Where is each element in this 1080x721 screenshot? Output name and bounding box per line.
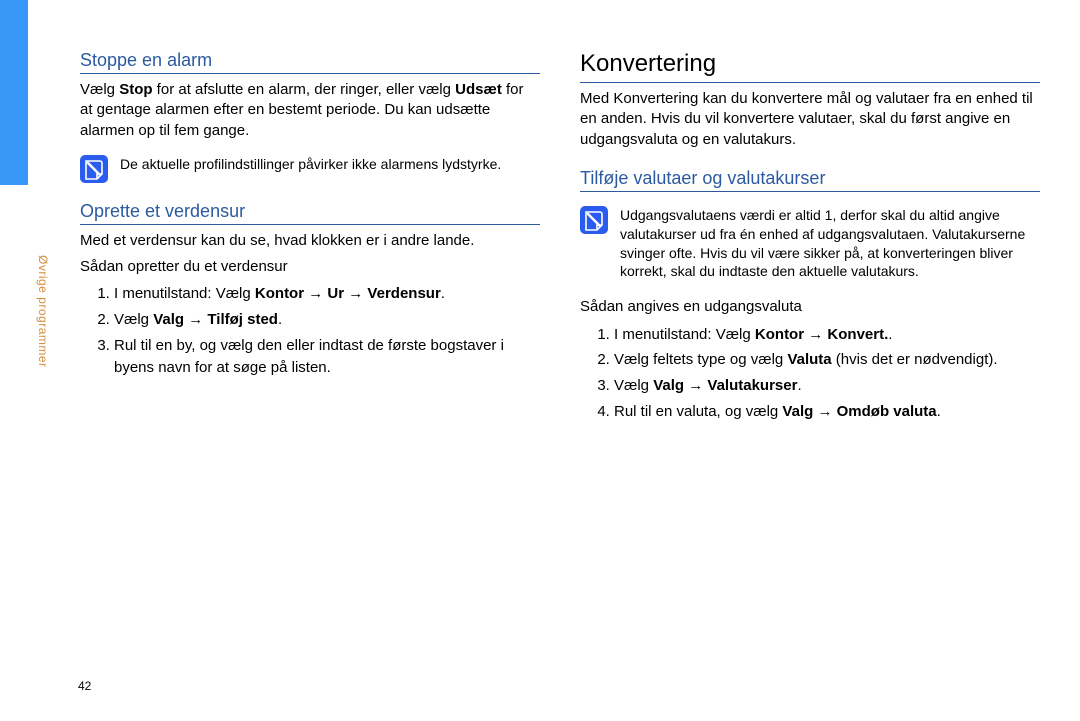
note-box: De aktuelle profilindstillinger påvirker… xyxy=(80,155,540,183)
text: (hvis det er nødvendigt). xyxy=(832,351,998,368)
text: . xyxy=(888,326,892,343)
page-number: 42 xyxy=(78,679,91,693)
ordered-list: I menutilstand: Vælg Kontor → Ur → Verde… xyxy=(80,283,540,378)
text-bold: Ur xyxy=(327,285,344,302)
list-item: Rul til en by, og vælg den eller indtast… xyxy=(114,335,540,379)
text-bold: Kontor xyxy=(255,285,304,302)
ordered-list: I menutilstand: Vælg Kontor → Konvert.. … xyxy=(580,324,1040,423)
page-content: Stoppe en alarm Vælg Stop for at afslutt… xyxy=(80,50,1040,681)
note-box: Udgangsvalutaens værdi er altid 1, derfo… xyxy=(580,206,1040,282)
text: . xyxy=(797,377,801,394)
text-bold: Udsæt xyxy=(455,81,502,98)
heading-stop-alarm: Stoppe en alarm xyxy=(80,50,540,74)
text: Rul til en valuta, og vælg xyxy=(614,403,782,420)
side-tab xyxy=(0,0,28,185)
text-bold: Valuta xyxy=(787,351,831,368)
note-text: De aktuelle profilindstillinger påvirker… xyxy=(120,155,501,174)
text-bold: Omdøb valuta xyxy=(837,403,937,420)
text: I menutilstand: Vælg xyxy=(614,326,755,343)
text-bold: Valg xyxy=(653,377,684,394)
arrow-icon: → xyxy=(304,285,327,302)
text: Vælg feltets type og vælg xyxy=(614,351,787,368)
list-item: Vælg Valg → Valutakurser. xyxy=(614,375,1040,397)
text: . xyxy=(937,403,941,420)
arrow-icon: → xyxy=(804,326,827,343)
text-bold: Tilføj sted xyxy=(207,311,278,328)
list-item: Vælg feltets type og vælg Valuta (hvis d… xyxy=(614,349,1040,371)
heading-conversion: Konvertering xyxy=(580,50,1040,83)
text: . xyxy=(278,311,282,328)
text: I menutilstand: Vælg xyxy=(114,285,255,302)
list-item: I menutilstand: Vælg Kontor → Ur → Verde… xyxy=(114,283,540,305)
text: . xyxy=(441,285,445,302)
paragraph: Vælg Stop for at afslutte en alarm, der … xyxy=(80,80,540,141)
arrow-icon: → xyxy=(684,377,707,394)
text-bold: Valutakurser xyxy=(707,377,797,394)
paragraph: Med Konvertering kan du konvertere mål o… xyxy=(580,89,1040,150)
left-column: Stoppe en alarm Vælg Stop for at afslutt… xyxy=(80,50,540,681)
list-item: Vælg Valg → Tilføj sted. xyxy=(114,309,540,331)
text: Vælg xyxy=(614,377,653,394)
text: for at afslutte en alarm, der ringer, el… xyxy=(153,81,456,98)
arrow-icon: → xyxy=(344,285,367,302)
heading-world-clock: Oprette et verdensur xyxy=(80,201,540,225)
text: Vælg xyxy=(80,81,119,98)
list-item: I menutilstand: Vælg Kontor → Konvert.. xyxy=(614,324,1040,346)
text-bold: Konvert. xyxy=(827,326,888,343)
note-icon xyxy=(80,155,108,183)
paragraph: Med et verdensur kan du se, hvad klokken… xyxy=(80,231,540,251)
list-item: Rul til en valuta, og vælg Valg → Omdøb … xyxy=(614,401,1040,423)
arrow-icon: → xyxy=(184,311,207,328)
text-bold: Verdensur xyxy=(367,285,440,302)
paragraph: Sådan opretter du et verdensur xyxy=(80,257,540,277)
paragraph: Sådan angives en udgangsvaluta xyxy=(580,297,1040,317)
text-bold: Kontor xyxy=(755,326,804,343)
text-bold: Valg xyxy=(153,311,184,328)
note-icon xyxy=(580,206,608,234)
right-column: Konvertering Med Konvertering kan du kon… xyxy=(580,50,1040,681)
text-bold: Valg xyxy=(782,403,813,420)
heading-add-currencies: Tilføje valutaer og valutakurser xyxy=(580,168,1040,192)
arrow-icon: → xyxy=(813,403,836,420)
text-bold: Stop xyxy=(119,81,152,98)
section-label: Øvrige programmer xyxy=(30,255,50,435)
note-text: Udgangsvalutaens værdi er altid 1, derfo… xyxy=(620,206,1040,282)
text: Vælg xyxy=(114,311,153,328)
